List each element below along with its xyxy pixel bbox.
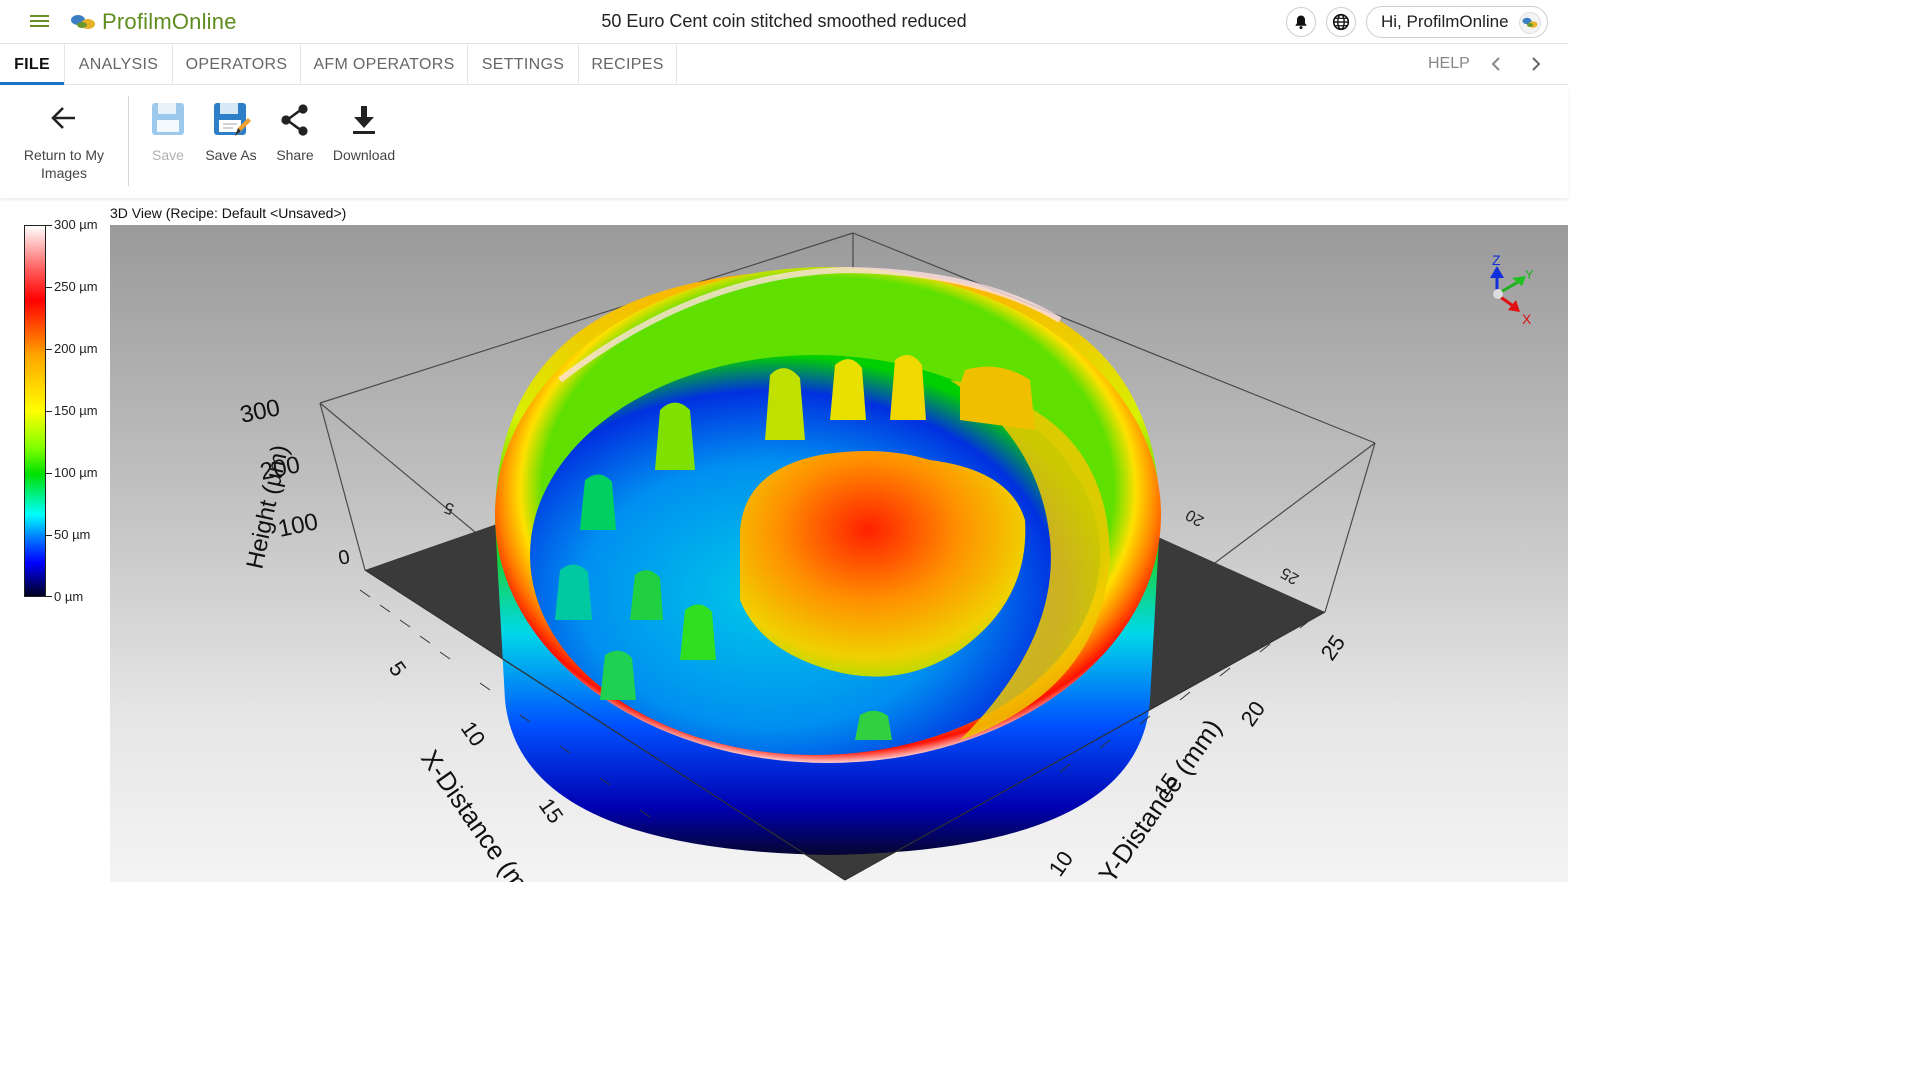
- x-tick-label: 5: [384, 657, 412, 681]
- save-button[interactable]: Save: [144, 100, 192, 164]
- save-as-icon: [214, 103, 251, 136]
- height-tick-label: 100: [276, 508, 321, 543]
- triad-z-label: Z: [1492, 252, 1501, 268]
- return-to-my-images-button[interactable]: Return to My Images: [14, 102, 114, 182]
- arrow-left-icon: [51, 107, 75, 129]
- height-tick-label: 0: [336, 546, 351, 570]
- color-scale-tick: [46, 596, 52, 597]
- 3d-view-canvas[interactable]: 300 200 100 0 Height (µm) 5 10 15 X-Dist…: [110, 225, 1568, 882]
- color-scale-bar: [24, 225, 46, 597]
- y-tick-label: 25: [1316, 630, 1351, 664]
- color-scale-tick: [46, 411, 52, 412]
- globe-icon: [1332, 13, 1350, 31]
- download-label: Download: [332, 147, 396, 163]
- color-scale: 300 µm 250 µm 200 µm 150 µm 100 µm 50 µm…: [24, 217, 114, 605]
- app-name: ProfilmOnline: [102, 9, 237, 34]
- user-greeting: Hi, ProfilmOnline: [1381, 12, 1509, 31]
- color-scale-label: 200 µm: [54, 341, 98, 356]
- download-button[interactable]: Download: [328, 102, 400, 164]
- triad-x-label: X: [1522, 311, 1532, 327]
- orientation-triad[interactable]: Z Y X: [1490, 252, 1534, 327]
- height-tick-label: 300: [238, 394, 283, 429]
- x-tick-label: 15: [534, 794, 569, 828]
- language-button[interactable]: [1326, 7, 1356, 37]
- save-icon: [152, 103, 184, 135]
- color-scale-tick: [46, 535, 52, 536]
- logo-icon: [71, 15, 95, 29]
- download-icon: [353, 106, 375, 134]
- y-tick-label: 10: [1044, 846, 1079, 880]
- chevron-left-icon[interactable]: [1488, 56, 1504, 72]
- return-label: Return to My Images: [23, 147, 105, 181]
- color-scale-label: 250 µm: [54, 279, 98, 294]
- tab-analysis[interactable]: ANALYSIS: [65, 44, 173, 85]
- notifications-button[interactable]: [1286, 7, 1316, 37]
- save-as-label: Save As: [205, 147, 257, 163]
- color-scale-tick: [46, 349, 52, 350]
- save-label: Save: [152, 147, 184, 163]
- back-tick-label: 25: [1278, 564, 1302, 588]
- tab-file[interactable]: FILE: [0, 44, 65, 85]
- tab-afm-operators[interactable]: AFM OPERATORS: [301, 44, 468, 85]
- color-scale-tick: [46, 473, 52, 474]
- avatar: [1519, 12, 1541, 34]
- tab-help[interactable]: HELP: [1428, 55, 1470, 73]
- view-title: 3D View (Recipe: Default <Unsaved>): [110, 205, 347, 221]
- toolbar-divider: [128, 96, 129, 186]
- tab-recipes[interactable]: RECIPES: [579, 44, 677, 85]
- 3d-surface-render: 300 200 100 0 Height (µm) 5 10 15 X-Dist…: [238, 232, 1534, 882]
- share-label: Share: [276, 147, 314, 163]
- share-button[interactable]: Share: [270, 102, 320, 164]
- user-menu-button[interactable]: Hi, ProfilmOnline: [1366, 6, 1548, 38]
- bell-icon: [1295, 15, 1307, 30]
- back-tick-label: 20: [1183, 506, 1207, 530]
- color-scale-tick: [46, 287, 52, 288]
- color-scale-label: 100 µm: [54, 465, 98, 480]
- x-tick-label: 10: [456, 717, 491, 751]
- save-as-button[interactable]: Save As: [203, 100, 259, 164]
- color-scale-tick: [46, 225, 52, 226]
- y-tick-label: 20: [1236, 696, 1271, 730]
- triad-y-label: Y: [1525, 267, 1534, 282]
- app-logo[interactable]: ProfilmOnline: [68, 6, 237, 38]
- height-axis-label: Height (µm): [241, 443, 294, 572]
- color-scale-label: 300 µm: [54, 217, 98, 232]
- tab-settings[interactable]: SETTINGS: [468, 44, 579, 85]
- color-scale-label: 50 µm: [54, 527, 91, 542]
- tab-operators[interactable]: OPERATORS: [173, 44, 301, 85]
- menu-icon[interactable]: [30, 12, 52, 32]
- document-title: 50 Euro Cent coin stitched smoothed redu…: [601, 11, 967, 31]
- chevron-right-icon[interactable]: [1528, 56, 1544, 72]
- color-scale-label: 150 µm: [54, 403, 98, 418]
- ribbon-tabs: FILE ANALYSIS OPERATORS AFM OPERATORS SE…: [0, 44, 1568, 85]
- app-header: ProfilmOnline 50 Euro Cent coin stitched…: [0, 0, 1568, 44]
- file-toolbar: Return to My Images Save Save As Share D…: [0, 86, 1568, 198]
- color-scale-label: 0 µm: [54, 589, 84, 604]
- share-icon: [281, 104, 308, 136]
